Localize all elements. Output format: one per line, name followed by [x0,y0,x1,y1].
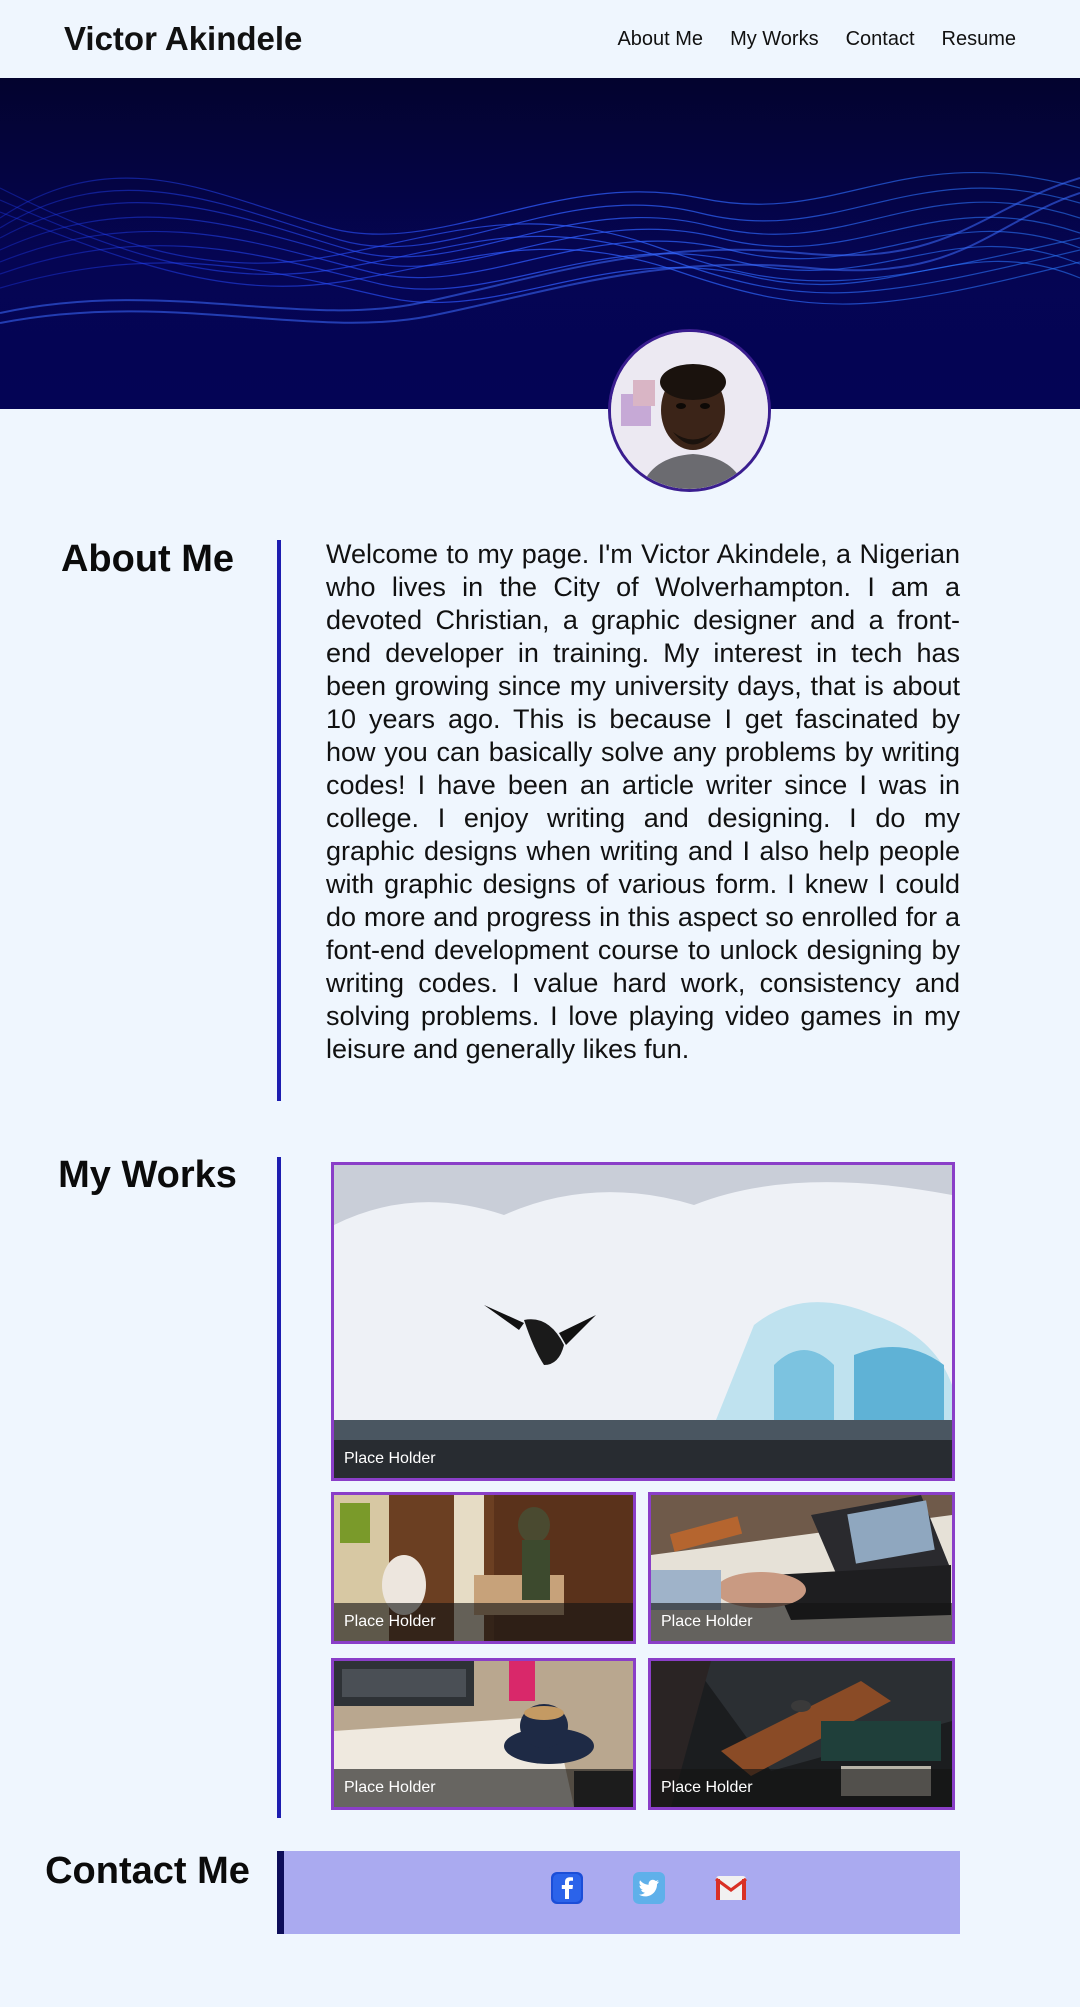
nav-resume[interactable]: Resume [942,28,1016,51]
twitter-icon[interactable] [632,1871,666,1905]
nav-my-works[interactable]: My Works [730,28,819,51]
work-caption-1: Place Holder [334,1440,952,1478]
contact-bar [277,1851,960,1934]
about-text: Welcome to my page. I'm Victor Akindele,… [326,539,960,1064]
hero-banner [0,78,1080,409]
work-caption-4: Place Holder [334,1769,633,1807]
about-divider [277,540,281,1101]
profile-avatar [608,329,771,492]
work-card-1[interactable]: Place Holder [331,1162,955,1481]
work-caption-3: Place Holder [651,1603,952,1641]
work-caption-2: Place Holder [334,1603,633,1641]
about-title: About Me [60,538,235,580]
contact-title: Contact Me [45,1850,250,1892]
nav-contact[interactable]: Contact [846,28,915,51]
work-card-5[interactable]: Place Holder [648,1658,955,1810]
main-nav: About Me My Works Contact Resume [617,28,1016,51]
works-title: My Works [58,1154,237,1196]
work-caption-5: Place Holder [651,1769,952,1807]
penguin-image [334,1165,952,1478]
facebook-icon[interactable] [550,1871,584,1905]
top-navbar: Victor Akindele About Me My Works Contac… [0,0,1080,78]
site-title[interactable]: Victor Akindele [64,20,302,58]
work-card-4[interactable]: Place Holder [331,1658,636,1810]
work-card-2[interactable]: Place Holder [331,1492,636,1644]
wave-pattern [0,171,1080,324]
work-card-3[interactable]: Place Holder [648,1492,955,1644]
works-divider [277,1157,281,1818]
nav-about-me[interactable]: About Me [617,28,703,51]
gmail-icon[interactable] [714,1871,748,1905]
